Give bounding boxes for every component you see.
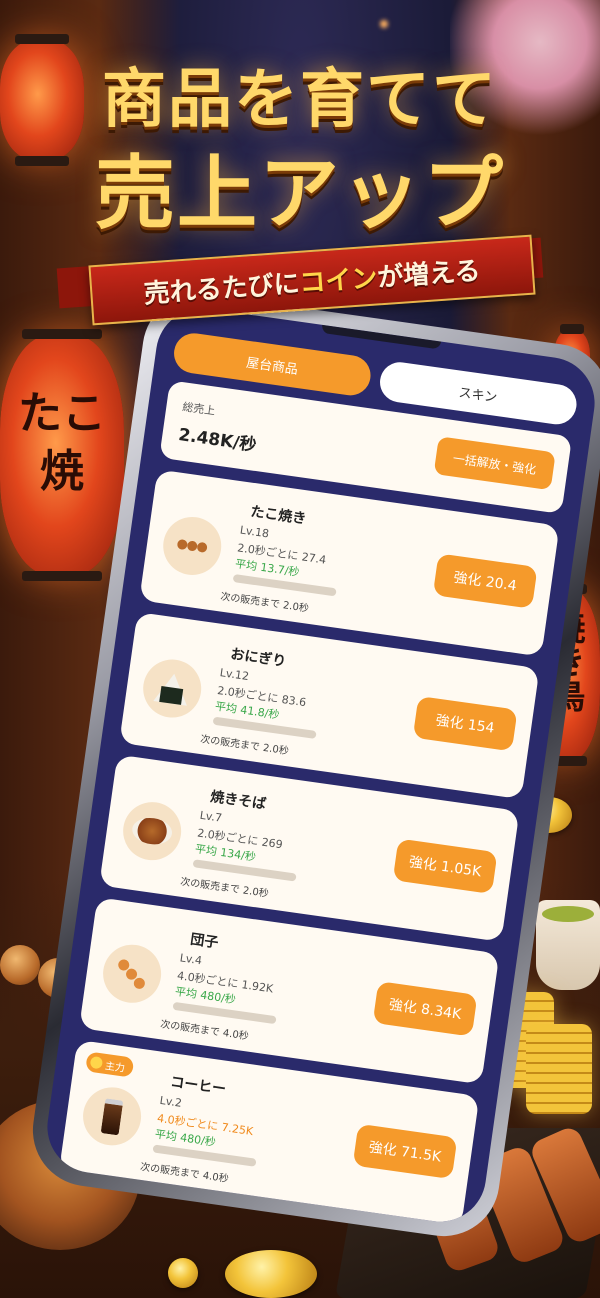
next-sale-text: 次の販売まで 2.0秒 <box>179 876 270 900</box>
item-name: たこ焼き <box>249 503 308 528</box>
yakisoba-icon <box>119 798 185 864</box>
item-level: Lv.12 <box>218 666 250 684</box>
item-level: Lv.2 <box>158 1093 183 1110</box>
main-item-badge: 主力 <box>85 1051 135 1078</box>
banner-text: 売れるたびにコインが増える <box>142 255 482 310</box>
item-name: おにぎり <box>229 646 288 671</box>
item-name: コーヒー <box>169 1074 227 1098</box>
item-name: 焼きそば <box>209 789 268 813</box>
takoyaki-icon <box>159 513 225 579</box>
sale-progress-fill <box>192 859 194 868</box>
upgrade-button[interactable]: 強化 71.5K <box>352 1123 458 1180</box>
upgrade-button[interactable]: 強化 1.05K <box>392 838 498 895</box>
bulk-unlock-upgrade-button[interactable]: 一括解放・強化 <box>433 436 556 491</box>
coin-stack <box>526 1024 592 1114</box>
next-sale-text: 次の販売まで 2.0秒 <box>219 591 310 615</box>
takoyaki-ball <box>0 945 40 985</box>
gold-coin <box>168 1258 198 1288</box>
item-level: Lv.7 <box>198 808 223 825</box>
headline: 商品を育てて 売上アップ <box>0 60 600 242</box>
next-sale-text: 次の販売まで 4.0秒 <box>159 1019 250 1043</box>
item-name: 団子 <box>189 931 220 952</box>
sale-progress-fill <box>232 573 234 582</box>
takoyaki-lantern-text: たこ焼 <box>18 388 106 497</box>
total-sales-value: 2.48K/秒 <box>177 425 258 456</box>
gold-coin <box>225 1250 317 1298</box>
teacup <box>536 900 600 990</box>
item-level: Lv.18 <box>239 523 270 541</box>
sale-progress-fill <box>212 716 214 725</box>
coin-icon <box>89 1055 104 1070</box>
coffee-icon <box>79 1083 145 1150</box>
takoyaki-lantern: たこ焼 <box>0 329 124 581</box>
onigiri-icon <box>139 655 205 722</box>
dango-icon <box>99 940 165 1007</box>
upgrade-button[interactable]: 強化 20.4 <box>432 553 538 609</box>
bokeh-light <box>380 20 388 28</box>
headline-line2: 売上アップ <box>95 147 505 240</box>
upgrade-button[interactable]: 強化 154 <box>412 695 518 752</box>
next-sale-text: 次の販売まで 2.0秒 <box>199 734 290 758</box>
upgrade-button[interactable]: 強化 8.34K <box>372 981 478 1037</box>
next-sale-text: 次の販売まで 4.0秒 <box>139 1161 230 1186</box>
total-sales-label: 総売上 <box>181 400 217 418</box>
sale-progress-fill <box>172 1001 174 1010</box>
item-level: Lv.4 <box>178 951 203 968</box>
headline-line1: 商品を育てて <box>102 63 498 137</box>
sale-progress-fill <box>152 1144 154 1153</box>
